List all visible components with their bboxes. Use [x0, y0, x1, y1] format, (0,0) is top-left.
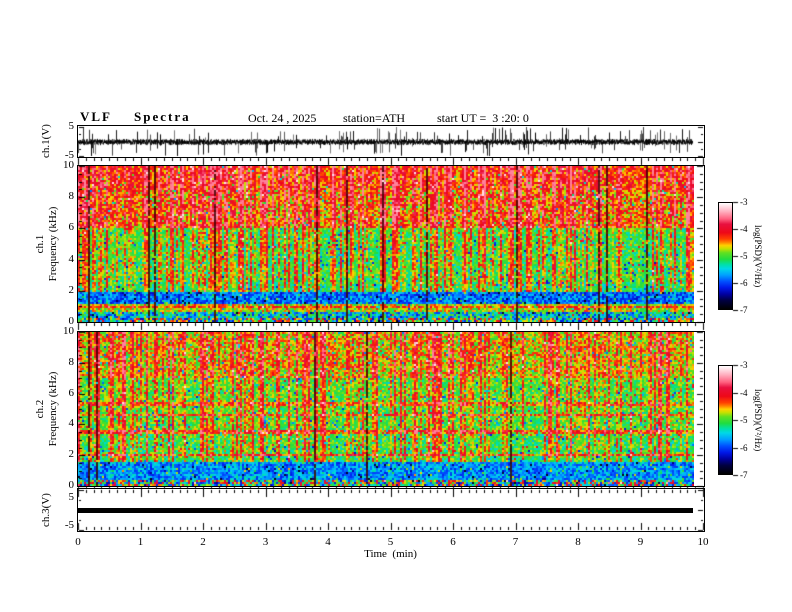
ch2_spec-ytick-4: 4 — [68, 417, 75, 430]
plot-title: VLF Spectra — [80, 109, 191, 124]
plot-start-ut: start UT = 3 :20: 0 — [437, 111, 529, 125]
ch2_spec-ytick-10: 10 — [63, 325, 74, 337]
colorbar1-tick--7: -7 — [740, 305, 748, 315]
x-tick-label-3: 3 — [262, 536, 269, 548]
ch1-wave-ytick-neg5: -5 — [64, 149, 74, 161]
colorbar2-tick--5: -5 — [740, 415, 748, 425]
ch2_spec-ytick-6: 6 — [68, 386, 75, 399]
colorbar1-tick--5: -5 — [740, 251, 748, 261]
ch2-spec-ylabel-axis: Frequency (kHz) — [47, 371, 59, 447]
colorbar-ch2 — [718, 365, 733, 475]
x-tick-label-5: 5 — [387, 536, 394, 548]
x-tick-label-10: 10 — [697, 536, 709, 548]
ch1_spec-ytick-4: 4 — [68, 252, 75, 265]
colorbar1-tick--4: -4 — [740, 224, 748, 234]
ch1-wave-ytick-5: 5 — [68, 120, 75, 132]
ch3-wave-ytick-neg5: -5 — [64, 519, 74, 531]
colorbar1-tick--3: -3 — [740, 197, 748, 207]
ch2_spec-ytick-2: 2 — [68, 448, 75, 461]
vlf-spectra-figure: VLF Spectra Oct. 24 , 2025 station=ATH s… — [0, 0, 792, 612]
colorbar2-tick--4: -4 — [740, 387, 748, 398]
colorbar-ch2-gradient — [719, 366, 732, 474]
colorbar1-tick--6: -6 — [740, 278, 748, 288]
ch1_spec-ytick-2: 2 — [68, 283, 75, 296]
ch1-spectrogram-canvas — [78, 166, 694, 322]
ch3-wave-ytick-5: 5 — [68, 491, 75, 503]
plot-station: station=ATH — [343, 111, 406, 125]
ch1_spec-ytick-8: 8 — [68, 190, 75, 203]
ch1-spec-ylabel-axis: Frequency (kHz) — [47, 206, 59, 282]
ch1-waveform-canvas — [78, 126, 694, 157]
plot-date: Oct. 24 , 2025 — [248, 111, 317, 125]
x-tick-label-4: 4 — [325, 536, 331, 548]
x-tick-label-0: 0 — [75, 536, 81, 548]
colorbar-ch1 — [718, 202, 733, 310]
ch2-spectrogram-panel — [77, 331, 705, 487]
colorbar-ch1-gradient — [719, 203, 732, 309]
ch1_spec-ytick-6: 6 — [68, 221, 75, 234]
colorbar-ch1-unit-label: log(PSD)(V²/Hz) — [753, 224, 763, 288]
x-tick-label-2: 2 — [200, 536, 206, 548]
colorbar-ch2-unit-label: log(PSD)(V²/Hz) — [753, 388, 763, 452]
ch1-spectrogram-panel — [77, 165, 705, 323]
x-tick-label-1: 1 — [137, 536, 144, 548]
colorbar2-tick--7: -7 — [740, 470, 748, 480]
ch1-waveform-panel — [77, 125, 705, 158]
time-axis-label: Time (min) — [364, 548, 417, 560]
x-tick-label-8: 8 — [575, 536, 581, 548]
ch1-spec-ylabel-ch: ch.1 — [34, 234, 46, 254]
ch3-flatline — [78, 508, 693, 513]
x-tick-label-9: 9 — [637, 536, 644, 548]
ch2_spec-ytick-8: 8 — [68, 355, 75, 368]
x-tick-label-7: 7 — [512, 536, 519, 548]
x-tick-label-6: 6 — [450, 536, 456, 548]
colorbar2-tick--6: -6 — [740, 442, 748, 453]
ch2-spectrogram-canvas — [78, 332, 694, 486]
colorbar2-tick--3: -3 — [740, 360, 748, 370]
ch2-spec-ylabel-ch: ch.2 — [34, 399, 46, 419]
